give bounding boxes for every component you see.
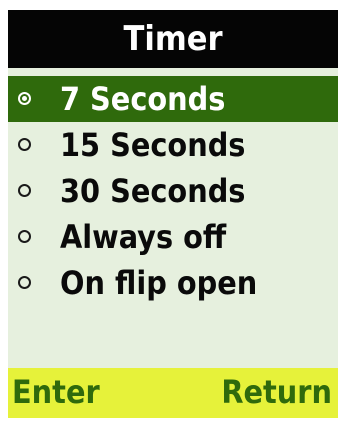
option-label: 15 Seconds <box>60 126 246 164</box>
radio-empty-icon <box>18 184 31 197</box>
option-15-seconds[interactable]: 15 Seconds <box>8 122 338 168</box>
enter-softkey[interactable]: Enter <box>12 373 100 411</box>
option-label: 30 Seconds <box>60 172 246 210</box>
option-label: Always off <box>60 218 227 256</box>
timer-options-list: 7 Seconds 15 Seconds 30 Seconds Always o… <box>8 76 338 306</box>
return-softkey[interactable]: Return <box>221 373 332 411</box>
option-on-flip-open[interactable]: On flip open <box>8 260 338 306</box>
screen-title: Timer <box>123 19 223 59</box>
option-30-seconds[interactable]: 30 Seconds <box>8 168 338 214</box>
phone-screen: Timer 7 Seconds 15 Seconds 30 Seconds Al… <box>8 10 338 418</box>
radio-empty-icon <box>18 138 31 151</box>
radio-empty-icon <box>18 276 31 289</box>
radio-selected-icon <box>18 92 31 105</box>
title-bar: Timer <box>8 10 338 68</box>
option-label: 7 Seconds <box>60 80 226 118</box>
softkey-bar: Enter Return <box>8 368 338 418</box>
option-always-off[interactable]: Always off <box>8 214 338 260</box>
option-label: On flip open <box>60 264 258 302</box>
option-7-seconds[interactable]: 7 Seconds <box>8 76 338 122</box>
radio-empty-icon <box>18 230 31 243</box>
